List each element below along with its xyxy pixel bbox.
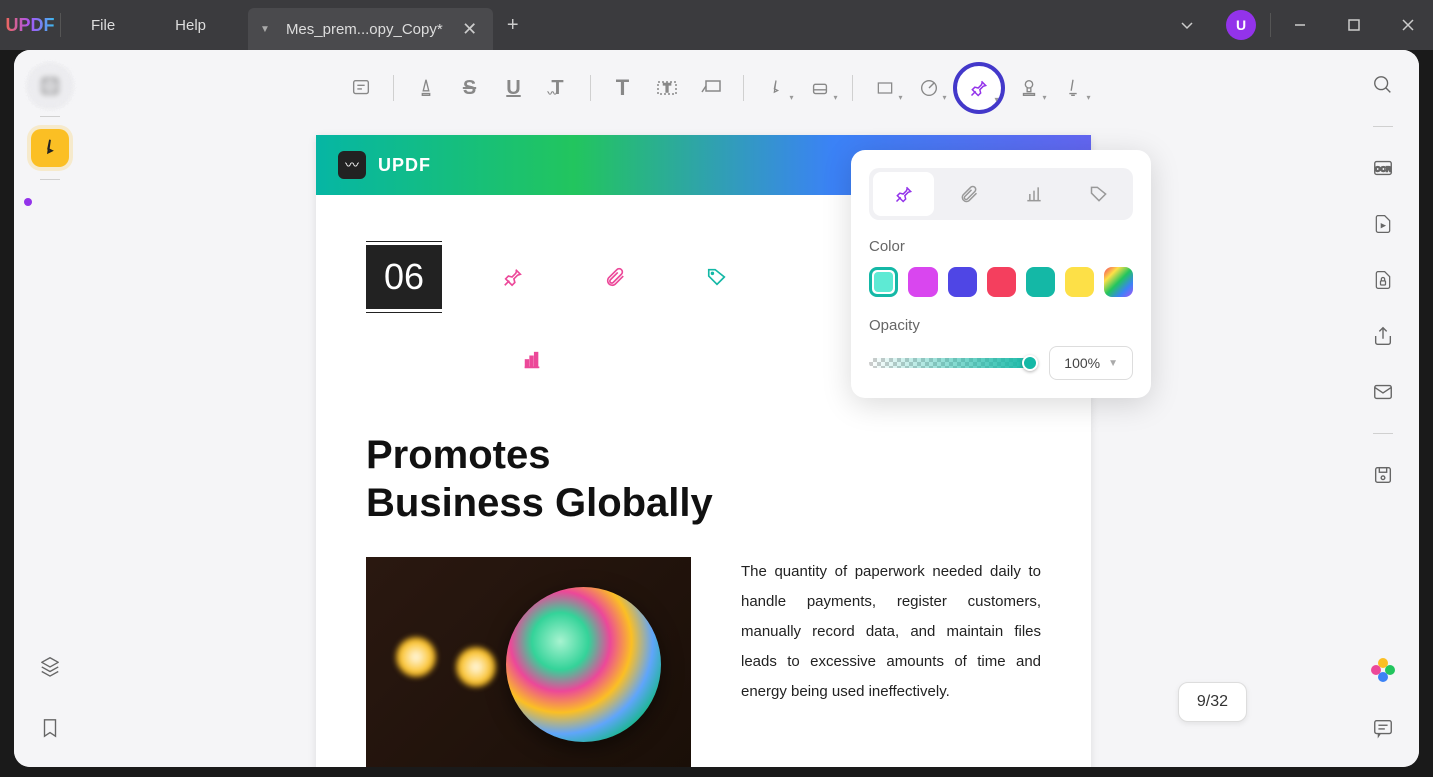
note-tool-icon[interactable]	[341, 68, 381, 108]
tab-dropdown-icon[interactable]: ▼	[260, 24, 270, 35]
color-swatch-blue[interactable]	[948, 267, 977, 297]
document-image	[366, 557, 691, 767]
stamp-tool-icon[interactable]	[1009, 68, 1049, 108]
right-sidebar: OCR	[1347, 50, 1419, 767]
titlebar: UPDF File Help ▼ Mes_prem...opy_Copy* ✕ …	[0, 0, 1433, 50]
chevron-down-icon[interactable]	[1162, 0, 1212, 50]
eraser-tool-icon[interactable]	[800, 68, 840, 108]
callout-tool-icon[interactable]	[691, 68, 731, 108]
tag-annotation-icon[interactable]	[706, 266, 728, 288]
app-logo: UPDF	[0, 15, 60, 36]
protect-icon[interactable]	[1364, 261, 1402, 299]
popup-tab-paperclip[interactable]	[938, 172, 999, 216]
document-title: PromotesBusiness Globally	[366, 431, 1041, 527]
ocr-icon[interactable]: OCR	[1364, 149, 1402, 187]
content-area: S U T〰 T T 〰 UPDF 06	[86, 50, 1347, 767]
annotation-toolbar: S U T〰 T T	[341, 62, 1093, 114]
textbox-tool-icon[interactable]: T	[647, 68, 687, 108]
menu-help[interactable]: Help	[145, 17, 236, 34]
tab-close-icon[interactable]: ✕	[459, 18, 481, 40]
separator	[852, 75, 853, 101]
color-swatch-rainbow[interactable]	[1104, 267, 1133, 297]
color-swatch-cyan[interactable]	[1026, 267, 1055, 297]
svg-text:T: T	[663, 81, 671, 95]
document-tab[interactable]: ▼ Mes_prem...opy_Copy* ✕	[248, 8, 493, 50]
separator	[1373, 433, 1393, 434]
color-swatch-red[interactable]	[987, 267, 1016, 297]
separator	[393, 75, 394, 101]
left-sidebar	[14, 50, 86, 767]
chart-annotation-icon[interactable]	[521, 349, 543, 371]
user-avatar[interactable]: U	[1216, 0, 1266, 50]
chat-icon[interactable]	[1364, 709, 1402, 747]
color-swatch-magenta[interactable]	[908, 267, 937, 297]
pin-options-popup: Color Opacity 100%▼	[851, 150, 1151, 398]
pin-tool-icon[interactable]	[953, 62, 1005, 114]
divider	[1270, 13, 1271, 37]
separator	[590, 75, 591, 101]
convert-icon[interactable]	[1364, 205, 1402, 243]
active-indicator	[24, 198, 32, 206]
search-icon[interactable]	[1364, 66, 1402, 104]
opacity-label: Opacity	[869, 317, 1133, 334]
document-brand-text: UPDF	[378, 155, 431, 176]
email-icon[interactable]	[1364, 373, 1402, 411]
color-swatches	[869, 267, 1133, 297]
popup-tabs	[869, 168, 1133, 220]
maximize-button[interactable]	[1329, 0, 1379, 50]
popup-tab-tag[interactable]	[1068, 172, 1129, 216]
paperclip-annotation-icon[interactable]	[604, 266, 626, 288]
new-tab-button[interactable]: +	[493, 14, 533, 37]
popup-tab-pin[interactable]	[873, 172, 934, 216]
minimize-button[interactable]	[1275, 0, 1325, 50]
globe-graphic	[506, 587, 661, 742]
page-number-box: 06	[366, 245, 442, 309]
main-area: S U T〰 T T 〰 UPDF 06	[14, 50, 1419, 767]
opacity-slider[interactable]	[869, 358, 1035, 368]
color-swatch-yellow[interactable]	[1065, 267, 1094, 297]
separator	[40, 179, 60, 180]
ai-icon[interactable]	[1364, 651, 1402, 689]
underline-tool-icon[interactable]: U	[494, 68, 534, 108]
save-icon[interactable]	[1364, 456, 1402, 494]
pencil-tool-icon[interactable]	[756, 68, 796, 108]
updf-brand-icon: 〰	[338, 151, 366, 179]
rectangle-tool-icon[interactable]	[865, 68, 905, 108]
pin-annotation-icon[interactable]	[502, 266, 524, 288]
signature-tool-icon[interactable]	[1053, 68, 1093, 108]
sticker-tool-icon[interactable]	[909, 68, 949, 108]
popup-tab-chart[interactable]	[1003, 172, 1064, 216]
color-swatch-teal[interactable]	[869, 267, 898, 297]
redact-icon[interactable]	[30, 66, 70, 106]
bookmark-icon[interactable]	[31, 709, 69, 747]
text-tool-icon[interactable]: T	[603, 68, 643, 108]
color-label: Color	[869, 238, 1133, 255]
squiggly-tool-icon[interactable]: T〰	[538, 68, 578, 108]
close-button[interactable]	[1383, 0, 1433, 50]
comment-mode-icon[interactable]	[31, 129, 69, 167]
opacity-thumb[interactable]	[1022, 355, 1038, 371]
highlight-tool-icon[interactable]	[406, 68, 446, 108]
opacity-value-dropdown[interactable]: 100%▼	[1049, 346, 1133, 380]
page-counter[interactable]: 9/32	[1178, 682, 1247, 722]
separator	[40, 116, 60, 117]
svg-text:OCR: OCR	[1375, 165, 1392, 174]
strikethrough-tool-icon[interactable]: S	[450, 68, 490, 108]
menu-file[interactable]: File	[61, 17, 145, 34]
share-icon[interactable]	[1364, 317, 1402, 355]
layers-icon[interactable]	[31, 647, 69, 685]
separator	[1373, 126, 1393, 127]
tab-name: Mes_prem...opy_Copy*	[278, 21, 451, 38]
separator	[743, 75, 744, 101]
document-body-text: The quantity of paperwork needed daily t…	[741, 557, 1041, 767]
